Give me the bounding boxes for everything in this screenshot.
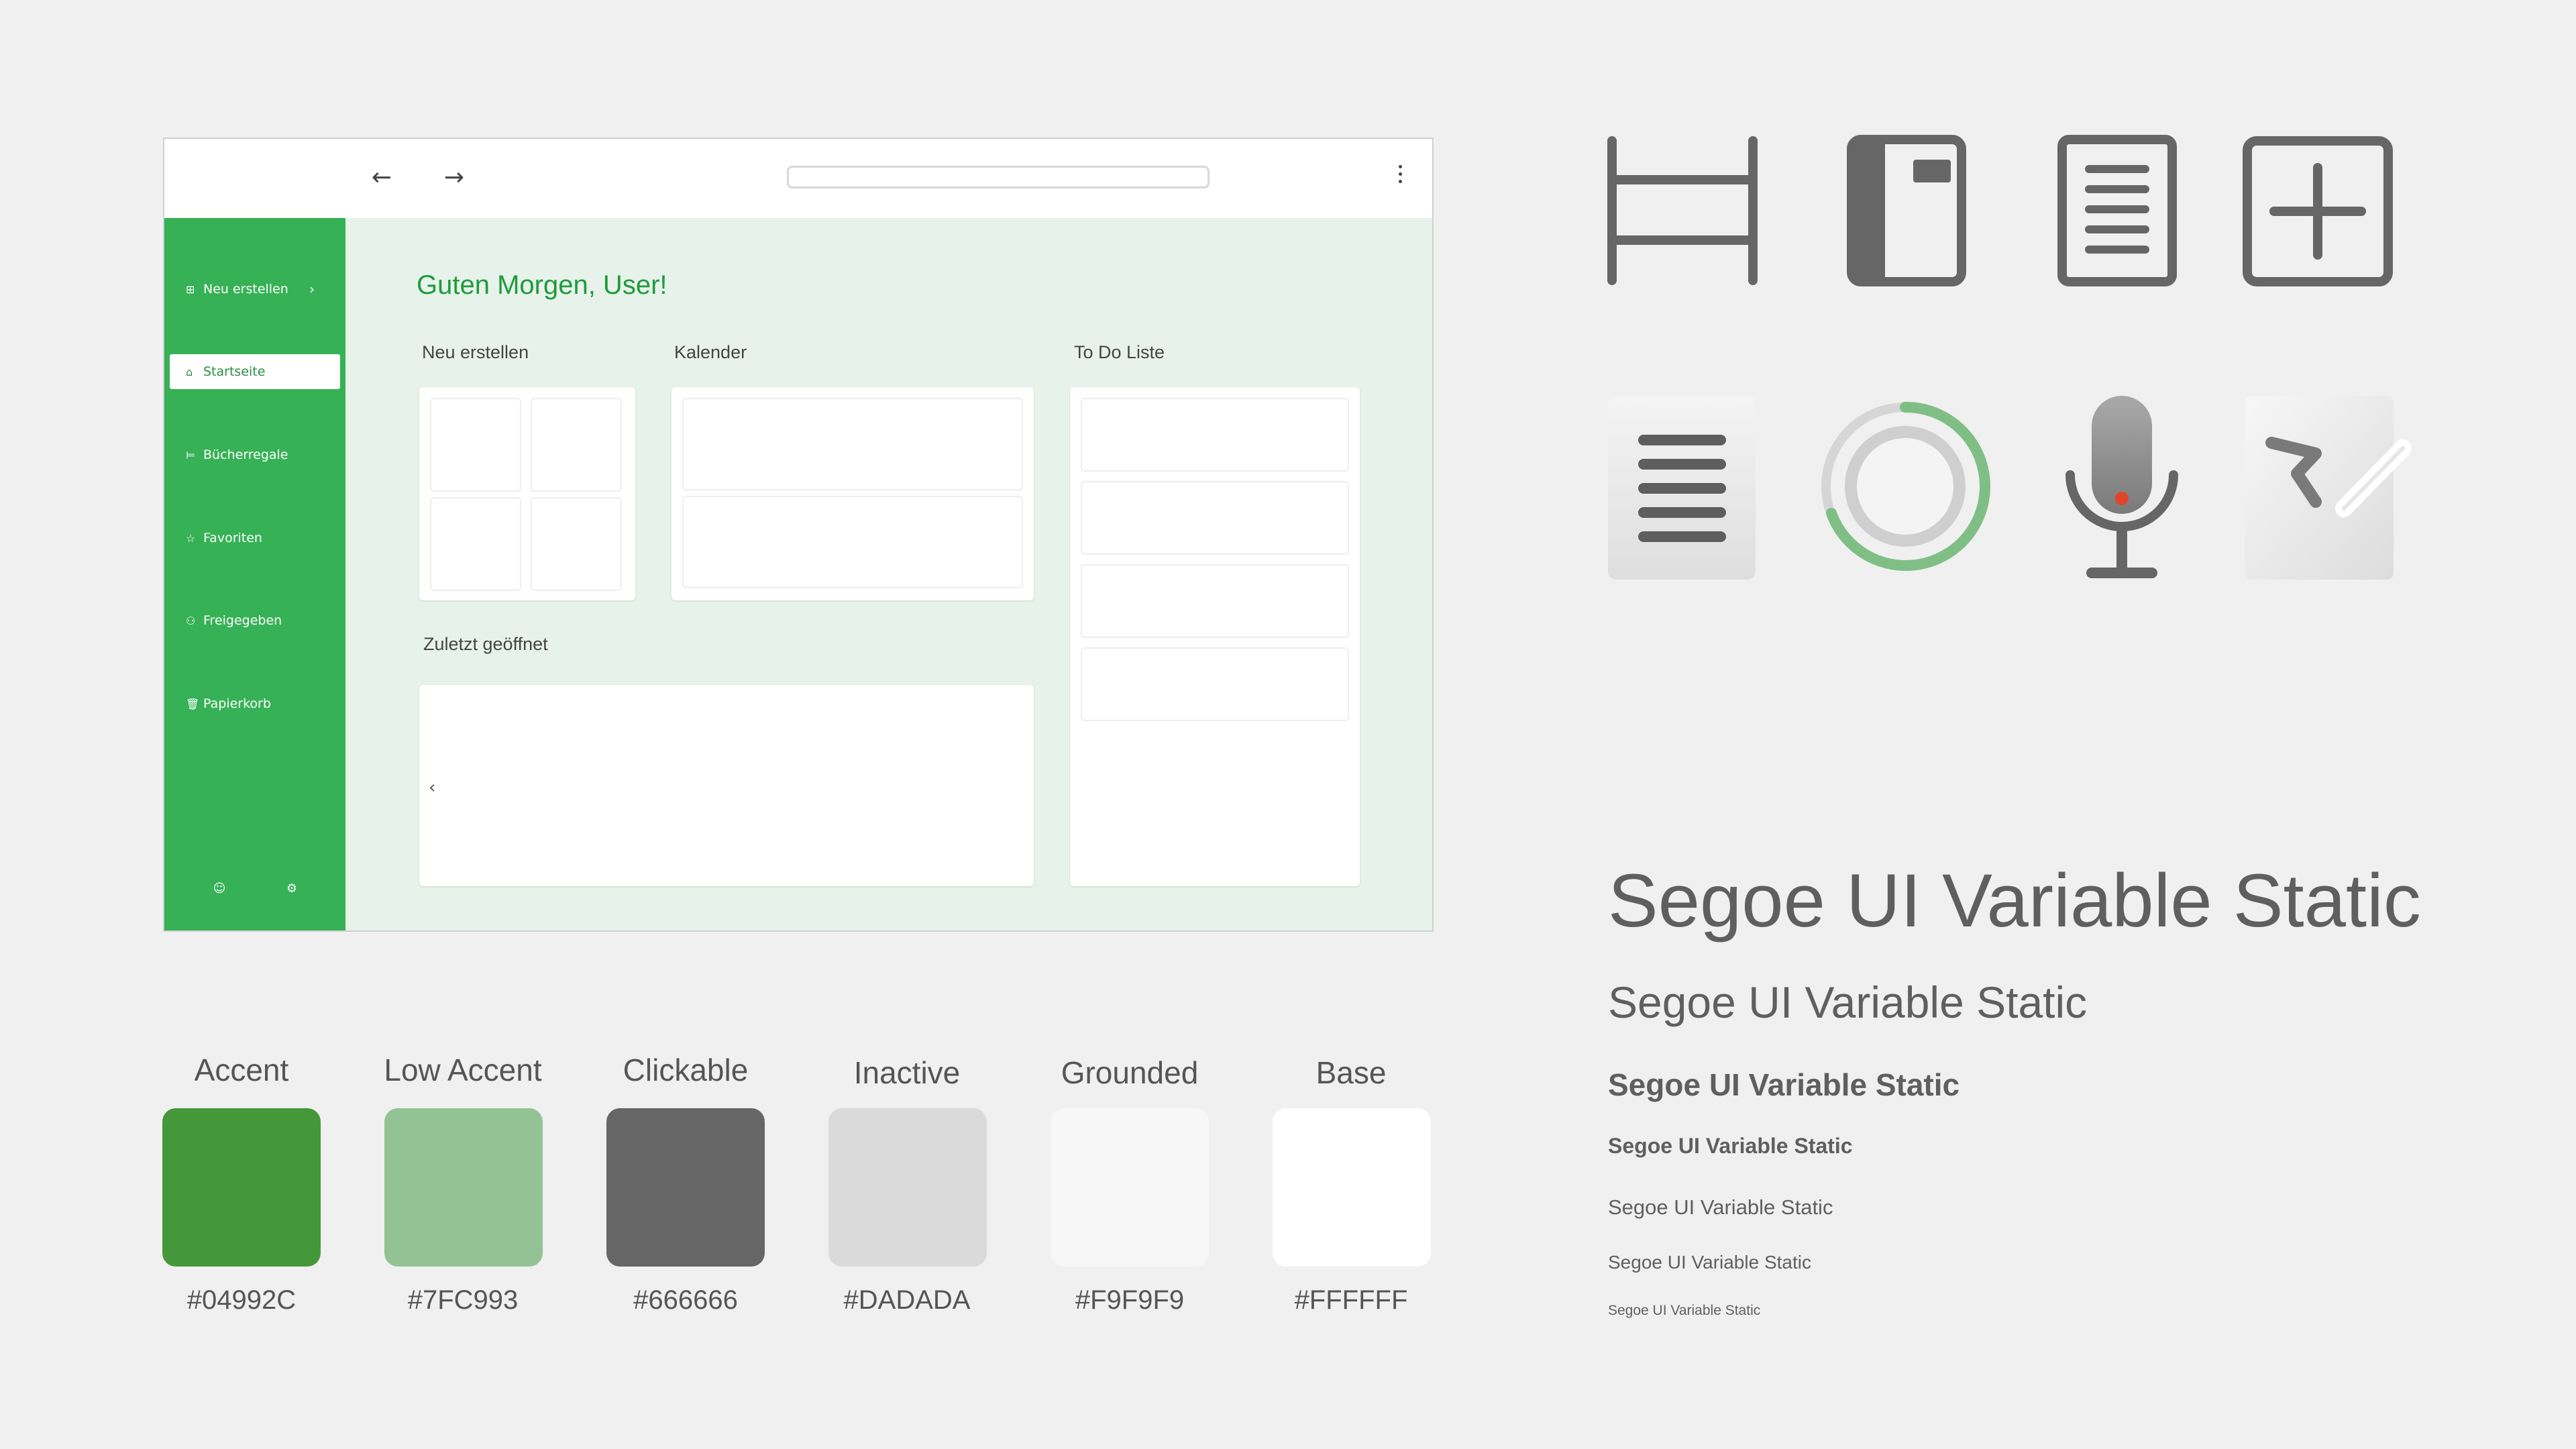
forward-arrow-icon[interactable]: → — [439, 163, 469, 193]
progress-ring-icon — [1818, 396, 1992, 577]
pen-sketch-icon — [2243, 394, 2418, 582]
swatch-inactive — [828, 1108, 987, 1267]
todo-item[interactable] — [1081, 398, 1349, 472]
sidebar-item-label: Freigegeben — [203, 613, 282, 628]
calendar-entry[interactable] — [682, 496, 1023, 588]
sidebar: ⊞ Neu erstellen › ⌂ Startseite ⊨ Bücherrega… — [164, 218, 345, 930]
swatch-hex: #DADADA — [843, 1285, 971, 1315]
chevron-left-icon[interactable]: ‹ — [429, 777, 435, 798]
section-label-new: Neu erstellen — [422, 342, 529, 362]
swatch-hex: #F9F9F9 — [1075, 1285, 1185, 1315]
swatch-accent — [162, 1108, 321, 1267]
swatch-low-accent — [384, 1108, 543, 1267]
more-options-icon[interactable] — [1393, 162, 1407, 193]
swatch-clickable — [606, 1108, 765, 1267]
swatch-name: Low Accent — [384, 1053, 542, 1087]
app-mockup-window: ← → ⊞ Neu erstellen › ⌂ Startseite ⊨ Bücher… — [163, 138, 1434, 932]
sidebar-item-label: Favoriten — [203, 531, 262, 545]
bookshelf-icon — [1602, 134, 1763, 288]
swatch-hex: #04992C — [186, 1285, 297, 1315]
swatch-name: Clickable — [623, 1053, 749, 1087]
main-content: Guten Morgen, User! Neu erstellen Kalend… — [345, 218, 1432, 930]
sidebar-item-new[interactable]: ⊞ Neu erstellen › — [170, 272, 340, 307]
greeting-title: Guten Morgen, User! — [417, 270, 667, 300]
address-bar[interactable] — [787, 166, 1210, 189]
swatch-base — [1273, 1108, 1431, 1267]
trash-icon: 🗑 — [186, 698, 200, 710]
top-bar: ← → — [164, 139, 1432, 218]
bookshelf-icon: ⊨ — [186, 449, 195, 462]
type-sample-body: Segoe UI Variable Static — [1608, 1195, 1833, 1219]
sidebar-item-label: Startseite — [203, 364, 266, 379]
back-arrow-icon[interactable]: ← — [367, 163, 396, 193]
new-tile[interactable] — [430, 398, 521, 492]
people-icon: ⚇ — [186, 614, 196, 627]
new-tile[interactable] — [531, 398, 622, 492]
swatch-name: Grounded — [1061, 1055, 1199, 1090]
type-sample-body-strong: Segoe UI Variable Static — [1608, 1134, 1853, 1158]
calendar-entry[interactable] — [682, 398, 1023, 490]
todo-item[interactable] — [1081, 564, 1349, 638]
todo-item[interactable] — [1081, 481, 1349, 555]
new-tile[interactable] — [531, 497, 622, 591]
new-document-icon: ⊞ — [186, 283, 195, 296]
sidebar-item-home[interactable]: ⌂ Startseite — [170, 354, 340, 389]
home-icon: ⌂ — [186, 366, 193, 378]
todo-item[interactable] — [1081, 647, 1349, 721]
type-sample-caption: Segoe UI Variable Static — [1608, 1252, 1811, 1273]
section-label-todo: To Do Liste — [1074, 342, 1165, 362]
microphone-icon — [2058, 394, 2186, 582]
type-sample-subtitle: Segoe UI Variable Static — [1608, 1067, 1960, 1102]
text-page-icon — [1607, 394, 1758, 582]
add-icon — [2241, 134, 2395, 288]
swatch-grounded — [1051, 1108, 1209, 1267]
new-tile[interactable] — [430, 497, 521, 591]
new-card — [419, 387, 635, 600]
account-icon[interactable]: ☺ — [206, 875, 233, 902]
todo-card — [1070, 387, 1360, 886]
sidebar-item-label: Papierkorb — [203, 696, 271, 711]
type-sample-display: Segoe UI Variable Static — [1608, 859, 2421, 943]
swatch-hex: #666666 — [633, 1285, 738, 1315]
section-label-recent: Zuletzt geöffnet — [423, 634, 548, 654]
type-sample-title: Segoe UI Variable Static — [1608, 977, 2088, 1027]
star-icon: ☆ — [186, 532, 196, 545]
sidebar-item-favorites[interactable]: ☆ Favoriten — [170, 521, 340, 555]
sidebar-item-bookshelves[interactable]: ⊨ Bücherregale — [170, 437, 340, 472]
swatch-name: Base — [1316, 1055, 1387, 1090]
recent-card: ‹ — [419, 685, 1034, 886]
chevron-right-icon: › — [309, 281, 315, 297]
sidebar-item-label: Neu erstellen — [203, 282, 288, 297]
section-label-calendar: Kalender — [674, 342, 747, 362]
settings-icon[interactable]: ⚙ — [278, 875, 305, 902]
swatch-name: Accent — [194, 1053, 289, 1087]
sidebar-item-label: Bücherregale — [203, 447, 288, 462]
swatch-hex: #FFFFFF — [1294, 1285, 1408, 1315]
document-icon — [2057, 134, 2178, 288]
calendar-card — [672, 387, 1034, 600]
type-sample-small: Segoe UI Variable Static — [1608, 1303, 1761, 1318]
sidebar-item-shared[interactable]: ⚇ Freigegeben — [170, 603, 340, 638]
sidebar-item-trash[interactable]: 🗑 Papierkorb — [170, 686, 340, 721]
notebook-icon — [1846, 134, 1967, 288]
swatch-name: Inactive — [853, 1055, 961, 1090]
swatch-hex: #7FC993 — [407, 1285, 519, 1315]
